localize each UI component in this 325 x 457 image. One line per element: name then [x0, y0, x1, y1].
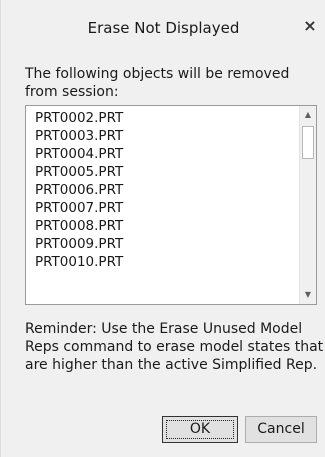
reminder-text: Reminder: Use the Erase Unused Model Rep… [25, 321, 324, 373]
vertical-scrollbar[interactable]: ▲ ▼ [299, 106, 316, 304]
scroll-up-icon[interactable]: ▲ [300, 107, 316, 123]
list-item[interactable]: PRT0005.PRT [26, 163, 301, 181]
close-icon[interactable]: × [301, 17, 319, 35]
intro-text: The following objects will be removed fr… [25, 66, 290, 100]
list-item[interactable]: PRT0010.PRT [26, 253, 301, 271]
list-item[interactable]: PRT0006.PRT [26, 181, 301, 199]
dialog-title: Erase Not Displayed [87, 19, 240, 37]
list-item[interactable]: PRT0003.PRT [26, 127, 301, 145]
objects-listbox[interactable]: PRT0002.PRT PRT0003.PRT PRT0004.PRT PRT0005… [25, 105, 317, 305]
erase-dialog: Erase Not Displayed × The following obje… [0, 0, 325, 457]
list-item[interactable]: PRT0009.PRT [26, 235, 301, 253]
list-item[interactable]: PRT0004.PRT [26, 145, 301, 163]
list-item[interactable]: PRT0002.PRT [26, 109, 301, 127]
scroll-down-icon[interactable]: ▼ [300, 287, 316, 303]
list-item[interactable]: PRT0007.PRT [26, 199, 301, 217]
cancel-button-label: Cancel [257, 421, 305, 437]
scroll-thumb[interactable] [302, 126, 314, 159]
objects-list[interactable]: PRT0002.PRT PRT0003.PRT PRT0004.PRT PRT0005… [26, 106, 301, 304]
list-item[interactable]: PRT0008.PRT [26, 217, 301, 235]
ok-button[interactable]: OK [162, 416, 238, 443]
ok-focus-ring [166, 420, 234, 439]
title-bar: Erase Not Displayed × [1, 0, 325, 56]
cancel-button[interactable]: Cancel [245, 416, 317, 443]
